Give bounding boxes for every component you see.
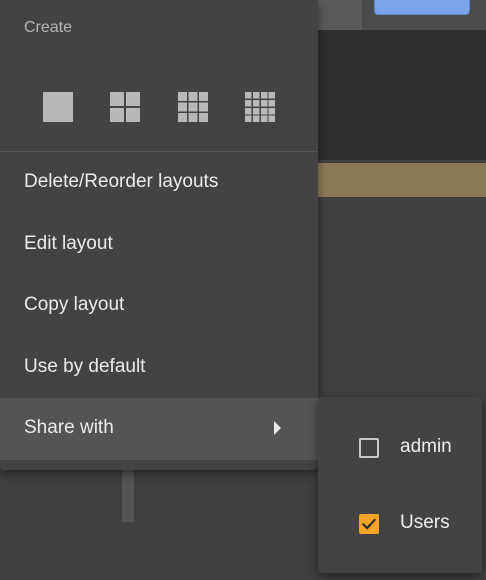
menu-item-label: Delete/Reorder layouts <box>24 171 219 192</box>
menu-item-label: Edit layout <box>24 233 113 254</box>
background-toolbar-tab <box>318 0 362 30</box>
grid-3x3-button[interactable] <box>177 91 209 123</box>
admin-checkbox[interactable] <box>359 438 379 458</box>
menu-item-label: Copy layout <box>24 294 125 315</box>
background-blue-button[interactable] <box>374 0 470 15</box>
grid-4x4-icon <box>245 92 275 122</box>
menu-item-label: Share with <box>24 417 114 438</box>
layouts-menu: Create Delete/Reorder layouts Edit layou… <box>0 0 318 470</box>
share-option-label: admin <box>400 436 452 457</box>
grid-1x1-button[interactable] <box>42 91 74 123</box>
create-grid-options <box>0 88 318 128</box>
share-option-users[interactable]: Users <box>318 489 482 559</box>
edit-layout-item[interactable]: Edit layout <box>0 214 318 276</box>
share-option-label: Users <box>400 512 450 533</box>
delete-reorder-layouts-item[interactable]: Delete/Reorder layouts <box>0 152 318 214</box>
copy-layout-item[interactable]: Copy layout <box>0 275 318 337</box>
background-highlight-band <box>318 163 486 197</box>
background-scrollbar[interactable] <box>122 470 134 522</box>
checkmark-icon <box>362 518 376 530</box>
menu-item-label: Use by default <box>24 356 146 377</box>
create-section-title: Create <box>24 19 73 36</box>
share-with-submenu: admin Users <box>318 397 482 573</box>
grid-2x2-icon <box>110 92 140 122</box>
background-video-area <box>318 30 486 160</box>
users-checkbox[interactable] <box>359 514 379 534</box>
grid-2x2-button[interactable] <box>109 91 141 123</box>
grid-3x3-icon <box>178 92 208 122</box>
share-option-admin[interactable]: admin <box>318 413 482 483</box>
use-by-default-item[interactable]: Use by default <box>0 337 318 399</box>
chevron-right-icon <box>274 421 281 435</box>
app-stage: Create Delete/Reorder layouts Edit layou… <box>0 0 486 580</box>
grid-4x4-button[interactable] <box>244 91 276 123</box>
share-with-item[interactable]: Share with <box>0 398 318 460</box>
grid-1x1-icon <box>43 92 73 122</box>
